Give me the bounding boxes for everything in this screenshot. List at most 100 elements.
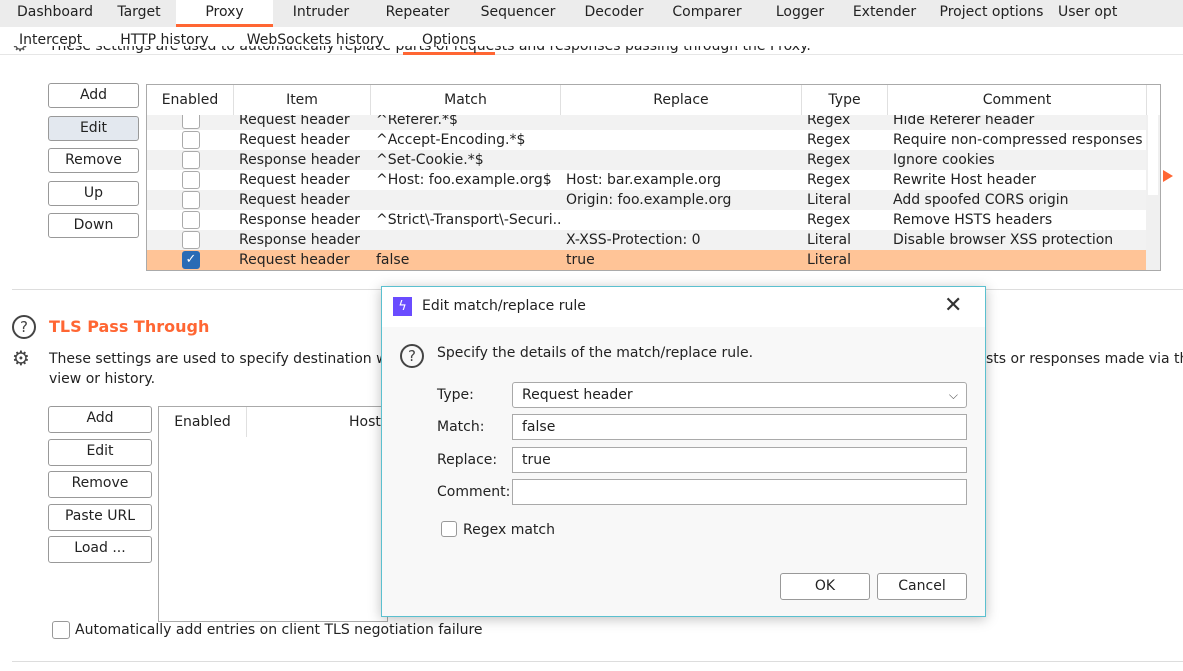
remove-tls-button[interactable]: Remove <box>48 471 152 498</box>
dialog-title: Edit match/replace rule <box>422 298 586 314</box>
close-icon[interactable]: ✕ <box>944 293 962 318</box>
cell-item: Request header <box>239 172 350 188</box>
cell-comment: Disable browser XSS protection <box>893 232 1114 248</box>
table-row[interactable]: Response header ^Strict\-Transport\-Secur… <box>147 210 1147 230</box>
column-header-type[interactable]: Type <box>802 85 888 115</box>
table-row[interactable]: Request header ^Accept-Encoding.*$ Regex Re… <box>147 130 1147 150</box>
expand-arrow-icon[interactable] <box>1163 170 1173 182</box>
cell-comment: Remove HSTS headers <box>893 212 1053 228</box>
enabled-checkbox[interactable] <box>182 131 200 149</box>
add-tls-button[interactable]: Add <box>48 406 152 433</box>
cell-item: Request header <box>239 115 350 128</box>
type-select[interactable]: Request header ⌵ <box>512 382 967 408</box>
load-tls-button[interactable]: Load ... <box>48 536 152 563</box>
enabled-checkbox[interactable]: ✓ <box>182 251 200 269</box>
column-header-comment[interactable]: Comment <box>888 85 1147 115</box>
up-rule-button[interactable]: Up <box>48 180 139 206</box>
cell-replace <box>561 210 802 230</box>
cell-type: Regex <box>807 212 851 228</box>
tab-dashboard[interactable]: Dashboard <box>8 0 102 27</box>
tab-sequencer[interactable]: Sequencer <box>466 0 570 27</box>
auto-add-checkbox[interactable] <box>52 621 70 639</box>
chevron-down-icon: ⌵ <box>948 388 958 402</box>
cell-replace: true <box>566 252 595 268</box>
help-icon[interactable]: ? <box>12 315 36 339</box>
cell-type: Literal <box>807 232 852 248</box>
enabled-checkbox[interactable] <box>182 151 200 169</box>
edit-tls-button[interactable]: Edit <box>48 438 152 466</box>
ok-button[interactable]: OK <box>780 573 870 600</box>
table-scrollbar[interactable] <box>1146 115 1160 270</box>
replace-input[interactable]: true <box>512 447 967 473</box>
cell-item: Response header <box>239 232 361 248</box>
enabled-checkbox[interactable] <box>182 211 200 229</box>
cell-type: Literal <box>807 192 852 208</box>
comment-label: Comment: <box>437 484 511 500</box>
edit-match-replace-dialog: ϟ Edit match/replace rule ✕ ? Specify th… <box>381 286 986 617</box>
tls-table: Enabled Host <box>158 406 487 622</box>
enabled-checkbox[interactable] <box>182 191 200 209</box>
tab-target[interactable]: Target <box>102 0 176 27</box>
section-divider <box>12 661 1183 662</box>
table-row[interactable]: Response header X-XSS-Protection: 0 Litera… <box>147 230 1147 250</box>
table-row[interactable]: Request header ^Referer.*$ Regex Hide Refer… <box>147 115 1147 130</box>
tab-proxy[interactable]: Proxy <box>176 0 273 27</box>
enabled-checkbox[interactable] <box>182 231 200 249</box>
column-header-replace[interactable]: Replace <box>561 85 802 115</box>
cell-match <box>371 230 561 250</box>
down-rule-button[interactable]: Down <box>48 213 139 238</box>
table-row[interactable]: ✓ Request header false true Literal <box>147 250 1147 270</box>
match-replace-table: Enabled Item Match Replace Type Comment Reque… <box>146 84 1161 271</box>
gear-icon[interactable]: ⚙ <box>12 346 30 370</box>
cell-match: ^Accept-Encoding.*$ <box>376 132 526 148</box>
tab-user-opt[interactable]: User opt <box>1058 0 1117 27</box>
match-replace-description: These settings are used to automatically… <box>49 46 811 54</box>
enabled-checkbox[interactable] <box>182 171 200 189</box>
tab-logger[interactable]: Logger <box>756 0 844 27</box>
cell-comment: Require non-compressed responses <box>893 132 1143 148</box>
tab-project-options[interactable]: Project options <box>925 0 1058 27</box>
main-tab-bar: Dashboard Target Proxy Intruder Repeater Sequ… <box>0 0 1183 27</box>
tls-description: These settings are used to specify desti… <box>49 351 406 367</box>
cell-match: ^Strict\-Transport\-Securi... <box>376 212 561 228</box>
table-row[interactable]: Request header Origin: foo.example.org Lit… <box>147 190 1147 210</box>
column-header-item[interactable]: Item <box>234 85 371 115</box>
scrollbar-thumb[interactable] <box>1148 115 1158 195</box>
cell-type: Regex <box>807 115 851 128</box>
cell-type: Regex <box>807 152 851 168</box>
regex-match-checkbox[interactable] <box>441 521 457 537</box>
paste-url-tls-button[interactable]: Paste URL <box>48 503 152 531</box>
cell-comment: Ignore cookies <box>893 152 995 168</box>
gear-icon: ⚙ <box>12 46 34 62</box>
cell-item: Request header <box>239 132 350 148</box>
cell-comment: Rewrite Host header <box>893 172 1037 188</box>
help-icon: ? <box>400 344 424 368</box>
table-row[interactable]: Response header ^Set-Cookie.*$ Regex Ignore… <box>147 150 1147 170</box>
auto-add-label: Automatically add entries on client TLS … <box>75 622 483 638</box>
table-row[interactable]: Request header ^Host: foo.example.org$ Hos… <box>147 170 1147 190</box>
cell-replace: X-XSS-Protection: 0 <box>566 232 701 248</box>
dialog-prompt: Specify the details of the match/replace… <box>437 345 754 361</box>
cell-replace: Origin: foo.example.org <box>566 192 732 208</box>
cell-item: Response header <box>239 152 361 168</box>
burp-logo-icon: ϟ <box>393 297 412 316</box>
edit-rule-button[interactable]: Edit <box>48 115 139 141</box>
tab-extender[interactable]: Extender <box>844 0 925 27</box>
tab-comparer[interactable]: Comparer <box>658 0 756 27</box>
enabled-checkbox[interactable] <box>182 115 200 129</box>
column-header-enabled[interactable]: Enabled <box>159 407 247 437</box>
cancel-button[interactable]: Cancel <box>877 573 967 600</box>
tab-intruder[interactable]: Intruder <box>273 0 369 27</box>
cell-match: ^Set-Cookie.*$ <box>376 152 484 168</box>
tab-decoder[interactable]: Decoder <box>570 0 658 27</box>
comment-input[interactable] <box>512 479 967 505</box>
tab-repeater[interactable]: Repeater <box>369 0 466 27</box>
add-rule-button[interactable]: Add <box>48 83 139 108</box>
remove-rule-button[interactable]: Remove <box>48 148 139 173</box>
cell-match: ^Host: foo.example.org$ <box>376 172 552 188</box>
cell-comment: Hide Referer header <box>893 115 1035 128</box>
match-input[interactable]: false <box>512 414 967 440</box>
column-header-enabled[interactable]: Enabled <box>147 85 234 115</box>
tls-section-title: TLS Pass Through <box>49 317 210 336</box>
column-header-match[interactable]: Match <box>371 85 561 115</box>
